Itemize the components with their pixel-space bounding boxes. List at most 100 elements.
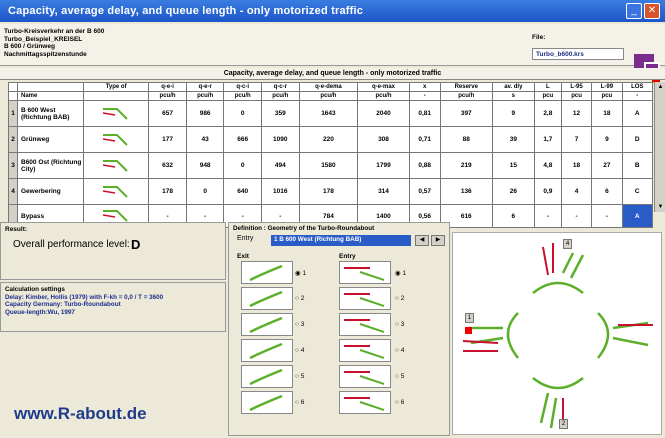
exit-option-radio[interactable]: ○ 6 [295, 399, 304, 406]
entry-option-tile[interactable] [339, 313, 391, 336]
table-cell: 632 [148, 152, 187, 179]
unit-cell: pcu/h [223, 91, 262, 101]
type-icon [82, 126, 150, 153]
type-icon [82, 178, 150, 205]
header-cell: q-e-r [185, 82, 225, 92]
scroll-up-icon[interactable]: ▲ [655, 82, 665, 92]
lane-arrow [539, 392, 558, 429]
table-cell: - [533, 204, 562, 228]
entry-option-radio[interactable]: ○ 2 [395, 295, 404, 302]
exit-option-tile[interactable] [241, 339, 293, 362]
roundabout-drawing [462, 243, 653, 429]
lane-arrow [506, 312, 519, 359]
exit-option-tile[interactable] [241, 261, 293, 284]
close-button[interactable]: ✕ [644, 3, 660, 19]
entry-option-label: 2 [400, 295, 405, 302]
row-number[interactable]: 4 [8, 178, 18, 205]
header-cell [17, 82, 84, 92]
table-cell: 1016 [261, 178, 300, 205]
entry-column-label: Entry [339, 253, 356, 260]
entry-select[interactable]: 1 B 600 West (Richtung BAB) [271, 235, 411, 246]
lane-arrow [597, 312, 610, 359]
table-cell: 7 [560, 126, 593, 153]
entry-option-radio[interactable]: ◉ 1 [395, 269, 406, 277]
row-name[interactable]: B600 Ost (Richtung City) [17, 152, 84, 179]
header-cell: q-e-i [148, 82, 187, 92]
table-cell: 4 [560, 178, 593, 205]
table-cell: 1090 [261, 126, 300, 153]
entry-option-radio[interactable]: ○ 3 [395, 321, 404, 328]
entry-option-radio[interactable]: ○ 5 [395, 373, 404, 380]
exit-option-radio[interactable]: ○ 4 [295, 347, 304, 354]
header-cell: q-c-i [223, 82, 262, 92]
row-number[interactable]: 2 [8, 126, 18, 153]
file-name-field[interactable]: Turbo_b600.krs [532, 48, 624, 60]
exit-option-radio[interactable]: ○ 5 [295, 373, 304, 380]
table-row[interactable]: 2 Grünweg 177 43 666 1090 220 308 0,71 88 39 1,7 7 9 D [8, 126, 654, 153]
header-cell: L-99 [591, 82, 623, 92]
overall-performance-label: Overall performance level: [13, 239, 130, 250]
entry-option-tile[interactable] [339, 287, 391, 310]
table-cell: 178 [298, 178, 359, 205]
table-row[interactable]: 3 B600 Ost (Richtung City) 632 948 0 494 1580 1… [8, 152, 654, 179]
results-table: Type of q-e-i q-e-r q-c-i q-c-r q-e-dema… [8, 82, 654, 228]
entry-option-radio[interactable]: ○ 6 [395, 399, 404, 406]
lane-arrow [532, 281, 584, 294]
unit-cell: pcu/h [439, 91, 493, 101]
table-row[interactable]: 1B 600 West (Richtung BAB) 657 986 0 359 1643… [8, 100, 654, 127]
row-number[interactable]: 3 [8, 152, 18, 179]
table-cell: 494 [261, 152, 300, 179]
table-scrollbar[interactable]: ▲ ▼ [654, 82, 665, 212]
table-cell: 6 [491, 204, 535, 228]
exit-option-radio[interactable]: ○ 3 [295, 321, 304, 328]
row-name[interactable]: Gewerbering [17, 178, 84, 205]
exit-option-label: 3 [300, 321, 305, 328]
table-cell: 18 [560, 152, 593, 179]
map-arm-button-4[interactable]: 4 [563, 239, 572, 249]
selected-arm-marker [465, 327, 472, 334]
header-cell: L [533, 82, 562, 92]
table-cell: 657 [148, 100, 187, 127]
unit-cell: pcu [591, 91, 623, 101]
exit-option-radio[interactable]: ○ 2 [295, 295, 304, 302]
entry-option-tile[interactable] [339, 261, 391, 284]
exit-option-tile[interactable] [241, 391, 293, 414]
minimize-button[interactable]: _ [626, 3, 642, 19]
map-arm-button-2[interactable]: 2 [559, 419, 568, 429]
table-cell: 0 [223, 100, 262, 127]
entry-option-tile[interactable] [339, 339, 391, 362]
scroll-down-icon[interactable]: ▼ [655, 202, 665, 212]
exit-option-tile[interactable] [241, 313, 293, 336]
unit-cell: pcu [560, 91, 593, 101]
row-name[interactable]: B 600 West (Richtung BAB) [17, 100, 84, 127]
header-row: Type of q-e-i q-e-r q-c-i q-c-r q-e-dema… [8, 82, 654, 92]
exit-option-tile[interactable] [241, 365, 293, 388]
exit-option-tile[interactable] [241, 287, 293, 310]
table-cell: 0,9 [533, 178, 562, 205]
header-cell: x [408, 82, 441, 92]
unit-cell [8, 91, 18, 101]
header-cell: q-e-dema [298, 82, 359, 92]
table-cell: 18 [591, 100, 623, 127]
row-number[interactable]: 1 [8, 100, 18, 127]
entry-arrow [542, 246, 549, 276]
prev-entry-button[interactable]: ◀ [415, 235, 429, 246]
header-cell: L-95 [560, 82, 593, 92]
exit-option-radio[interactable]: ◉ 1 [295, 269, 306, 277]
header-cell: q-e-max [357, 82, 410, 92]
map-arm-button-1[interactable]: 1 [465, 313, 474, 323]
next-entry-button[interactable]: ▶ [431, 235, 445, 246]
entry-option-tile[interactable] [339, 391, 391, 414]
entry-option-label: 3 [400, 321, 405, 328]
entry-option-radio[interactable]: ○ 4 [395, 347, 404, 354]
row-name[interactable]: Grünweg [17, 126, 84, 153]
entry-option-label: 1 [402, 270, 407, 277]
table-cell: C [621, 178, 654, 205]
table-cell: 0,81 [408, 100, 441, 127]
entry-option-tile[interactable] [339, 365, 391, 388]
table-cell: D [621, 126, 654, 153]
geometry-panel: Definition : Geometry of the Turbo-Round… [228, 222, 450, 436]
overall-performance-value: D [131, 237, 141, 252]
table-row[interactable]: 4 Gewerbering 178 0 640 1016 178 314 0,57 136 26 0,… [8, 178, 654, 205]
table-cell: 136 [439, 178, 493, 205]
